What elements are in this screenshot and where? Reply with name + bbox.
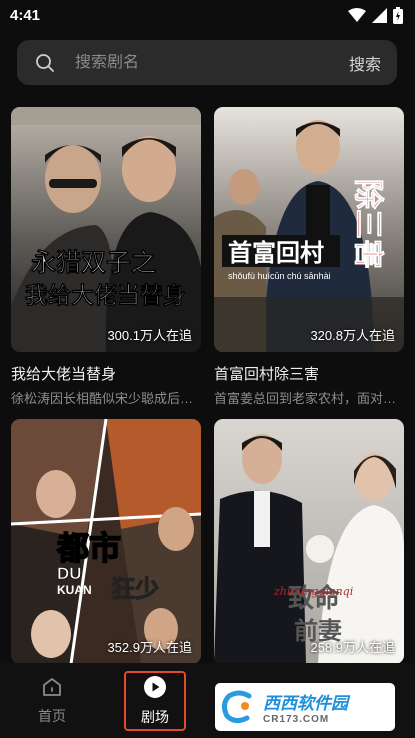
show-title[interactable]: 我给大佬当替身 [11, 363, 201, 384]
followers-badge: 300.1万人在追 [107, 328, 192, 343]
poster-title-latin2: KUAN [57, 583, 92, 597]
poster-title-side: 除三害 [351, 179, 385, 269]
nav-item-home[interactable]: 首页 [22, 663, 82, 738]
nav-label-home: 首页 [38, 707, 66, 724]
followers-badge: 320.8万人在追 [310, 328, 395, 343]
show-title[interactable]: 首富回村除三害 [214, 363, 404, 384]
show-poster[interactable]: 永猎双子之 我给大佬当替身 300.1万人在追 [11, 107, 201, 352]
poster-image: 都市 DU KUAN 狂少 [11, 419, 201, 664]
show-description: 首富姜总回到老家农村，面对… [214, 391, 397, 406]
show-poster[interactable]: 首富回村 shǒufù huícūn chú sānhài 除三害 320.8万… [214, 107, 404, 352]
show-card[interactable]: 永猎双子之 我给大佬当替身 300.1万人在追 我给大佬当替身 徐松涛因长相酷似… [11, 107, 201, 407]
show-description: 徐松涛因长相酷似宋少聪成后… [11, 391, 194, 406]
poster-title-line1: 永猎双子之 [31, 248, 156, 277]
watermark-logo: 西西软件园 CR173.COM [215, 683, 395, 731]
show-poster[interactable]: 致命 前妻 zhimingqianqi 258.9万人在追 [214, 419, 404, 664]
show-card[interactable]: 首富回村 shǒufù huícūn chú sānhài 除三害 320.8万… [214, 107, 404, 407]
poster-image: 永猎双子之 我给大佬当替身 [11, 107, 201, 352]
watermark-text: 西西软件园 CR173.COM [263, 689, 348, 725]
poster-image: 致命 前妻 zhimingqianqi [214, 419, 404, 664]
followers-badge: 258.9万人在追 [310, 640, 395, 655]
poster-title-pinyin: shǒufù huícūn chú sānhài [228, 271, 331, 281]
poster-title-line2: 我给大佬当替身 [25, 282, 186, 308]
show-grid: 永猎双子之 我给大佬当替身 300.1万人在追 我给大佬当替身 徐松涛因长相酷似… [0, 0, 415, 738]
watermark-icon [221, 690, 252, 724]
poster-title-latin1: DU [57, 564, 82, 583]
show-card[interactable]: 致命 前妻 zhimingqianqi 258.9万人在追 [214, 419, 404, 664]
watermark-sub-text: CR173.COM [263, 714, 330, 725]
home-icon [43, 677, 61, 696]
poster-title-side: 狂少 [111, 576, 159, 603]
watermark-main-text: 西西软件园 [263, 694, 348, 713]
poster-title-main: 都市 [56, 530, 121, 566]
active-tab-highlight [124, 671, 186, 731]
show-poster[interactable]: 都市 DU KUAN 狂少 352.9万人在追 [11, 419, 201, 664]
poster-title-script: zhimingqianqi [273, 585, 353, 598]
followers-badge: 352.9万人在追 [107, 640, 192, 655]
poster-title-main: 首富回村 [228, 239, 324, 267]
show-card[interactable]: 都市 DU KUAN 狂少 352.9万人在追 [11, 419, 201, 664]
poster-image: 首富回村 shǒufù huícūn chú sānhài 除三害 [214, 107, 404, 352]
